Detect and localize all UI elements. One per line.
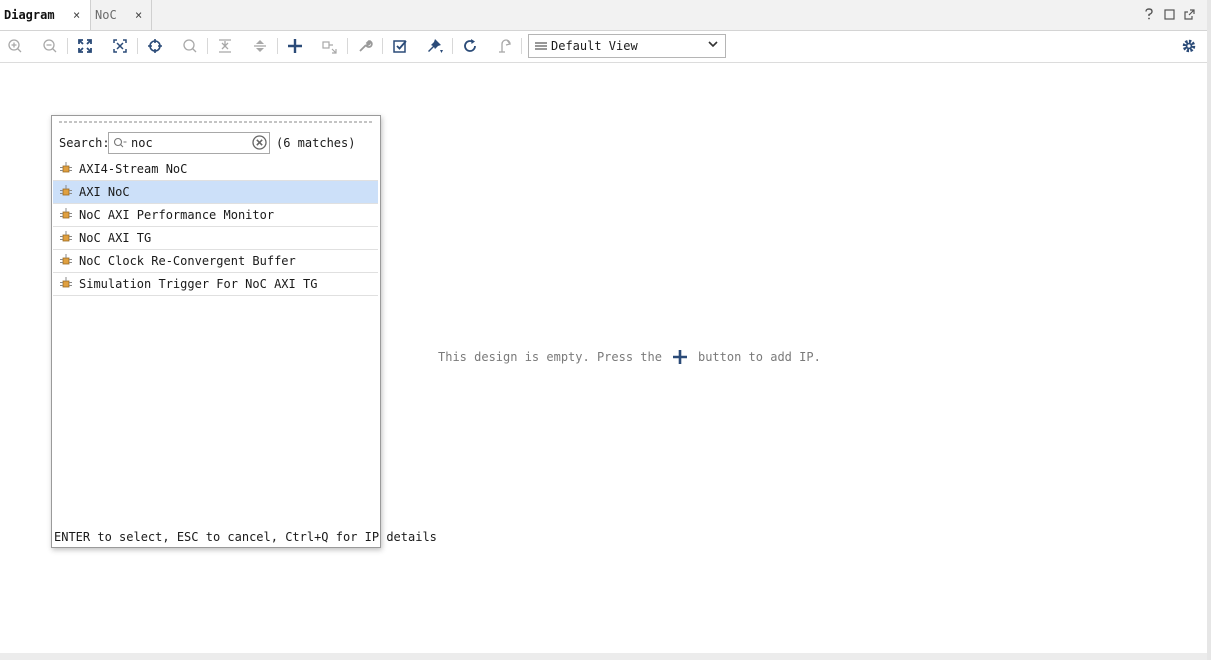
search-input[interactable]: noc xyxy=(108,132,270,154)
tab-label: NoC xyxy=(95,8,117,22)
status-strip xyxy=(0,653,1207,660)
list-item-label: Simulation Trigger For NoC AXI TG xyxy=(79,277,318,291)
empty-design-message: This design is empty. Press the button t… xyxy=(438,349,821,365)
ip-core-icon xyxy=(59,277,73,291)
ip-core-icon xyxy=(59,162,73,176)
list-item[interactable]: AXI NoC xyxy=(53,181,378,204)
toolbar-separator xyxy=(207,38,208,54)
collapse-icon[interactable] xyxy=(214,35,236,57)
tab-diagram[interactable]: Diagram × xyxy=(0,0,91,30)
empty-message-prefix: This design is empty. Press the xyxy=(438,350,662,364)
toolbar: Default View xyxy=(0,31,1207,63)
ip-core-icon xyxy=(59,185,73,199)
zoom-fit-icon[interactable] xyxy=(74,35,96,57)
list-item-label: NoC AXI TG xyxy=(79,231,152,245)
ip-core-icon xyxy=(59,231,73,245)
properties-icon[interactable] xyxy=(354,35,376,57)
float-icon[interactable] xyxy=(1183,7,1195,21)
list-item[interactable]: NoC AXI Performance Monitor xyxy=(53,204,378,227)
regenerate-icon[interactable] xyxy=(459,35,481,57)
pin-icon[interactable] xyxy=(424,35,446,57)
ip-results-list: AXI4-Stream NoC AXI NoC NoC AXI Performa… xyxy=(53,158,378,296)
window-edge xyxy=(1207,0,1211,660)
optional-icon[interactable] xyxy=(494,35,516,57)
zoom-out-icon[interactable] xyxy=(39,35,61,57)
add-ip-icon[interactable] xyxy=(284,35,306,57)
add-ip-icon[interactable] xyxy=(672,349,688,365)
add-ip-popup: Search: noc (6 matches) AXI4-Stream NoC … xyxy=(51,115,437,548)
close-icon[interactable]: × xyxy=(135,8,142,22)
tab-bar: Diagram × NoC × xyxy=(0,0,1207,31)
search-icon[interactable] xyxy=(179,35,201,57)
list-item-label: NoC AXI Performance Monitor xyxy=(79,208,275,222)
toolbar-separator xyxy=(347,38,348,54)
toolbar-separator xyxy=(67,38,68,54)
match-count: (6 matches) xyxy=(276,136,356,150)
list-item[interactable]: NoC AXI TG xyxy=(53,227,378,250)
list-item-label: NoC Clock Re-Convergent Buffer xyxy=(79,254,296,268)
toolbar-separator xyxy=(382,38,383,54)
toolbar-separator xyxy=(277,38,278,54)
chevron-down-icon xyxy=(707,38,719,53)
make-connection-icon[interactable] xyxy=(319,35,341,57)
search-row: Search: noc (6 matches) xyxy=(59,132,355,154)
expand-icon[interactable] xyxy=(249,35,271,57)
close-icon[interactable]: × xyxy=(73,8,80,22)
empty-message-suffix: button to add IP. xyxy=(697,350,821,364)
ip-core-icon xyxy=(59,254,73,268)
list-item[interactable]: NoC Clock Re-Convergent Buffer xyxy=(53,250,378,273)
search-value: noc xyxy=(131,136,153,150)
list-item-label: AXI4-Stream NoC xyxy=(79,162,188,176)
help-icon[interactable] xyxy=(1143,7,1155,21)
tab-label: Diagram xyxy=(4,8,55,22)
view-select[interactable]: Default View xyxy=(528,34,726,58)
toolbar-separator xyxy=(521,38,522,54)
settings-icon[interactable] xyxy=(1178,35,1200,57)
window-controls xyxy=(1143,7,1195,21)
list-item-label: AXI NoC xyxy=(79,185,130,199)
popup-hint: ENTER to select, ESC to cancel, Ctrl+Q f… xyxy=(54,530,437,544)
validate-icon[interactable] xyxy=(389,35,411,57)
list-item[interactable]: AXI4-Stream NoC xyxy=(53,158,378,181)
maximize-icon[interactable] xyxy=(1163,7,1175,21)
ip-core-icon xyxy=(59,208,73,222)
search-label: Search: xyxy=(59,136,110,150)
search-icon xyxy=(113,137,127,149)
list-item[interactable]: Simulation Trigger For NoC AXI TG xyxy=(53,273,378,296)
auto-connect-icon[interactable] xyxy=(144,35,166,57)
tab-noc[interactable]: NoC × xyxy=(91,0,152,30)
view-select-value: Default View xyxy=(551,39,638,53)
drag-handle[interactable] xyxy=(58,121,374,123)
clear-search-icon[interactable] xyxy=(252,135,267,150)
toolbar-separator xyxy=(137,38,138,54)
fit-selection-icon[interactable] xyxy=(109,35,131,57)
zoom-in-icon[interactable] xyxy=(4,35,26,57)
toolbar-separator xyxy=(452,38,453,54)
list-icon xyxy=(535,41,547,51)
